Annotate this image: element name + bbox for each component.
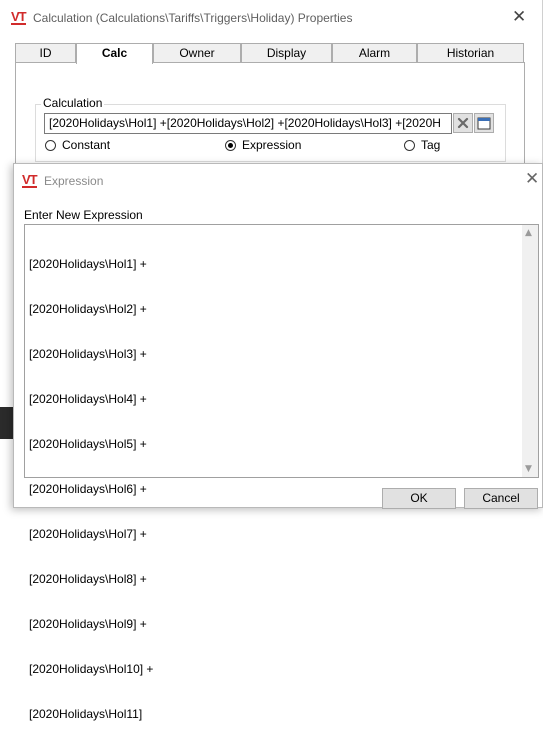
vt-logo-icon: VT [11,9,27,25]
expression-line: [2020Holidays\Hol5] + [29,437,147,451]
radio-expression[interactable]: Expression [225,138,301,152]
expression-line: [2020Holidays\Hol8] + [29,572,147,586]
expression-line: [2020Holidays\Hol9] + [29,617,147,631]
radio-tag[interactable]: Tag [404,138,440,152]
expression-line: [2020Holidays\Hol2] + [29,302,147,316]
expression-line: [2020Holidays\Hol7] + [29,527,147,541]
radio-constant[interactable]: Constant [45,138,110,152]
open-editor-button[interactable] [474,113,494,133]
calculation-group-label: Calculation [41,96,105,110]
expression-text[interactable]: [2020Holidays\Hol1] + [2020Holidays\Hol2… [29,227,153,752]
expression-line: [2020Holidays\Hol10] + [29,662,154,676]
expression-line: [2020Holidays\Hol1] + [29,257,147,271]
radio-expression-indicator[interactable] [225,139,236,151]
close-icon[interactable]: ✕ [512,9,526,26]
cancel-button[interactable]: Cancel [464,488,538,509]
scroll-up-icon[interactable]: ▲ [525,228,532,238]
expression-line: [2020Holidays\Hol6] + [29,482,147,496]
tab-alarm[interactable]: Alarm [332,43,417,63]
clear-x-icon [457,117,469,129]
tab-calc[interactable]: Calc [76,43,153,64]
close-icon[interactable]: ✕ [525,171,539,188]
ok-button[interactable]: OK [382,488,456,509]
tab-id[interactable]: ID [15,43,76,63]
expression-textarea[interactable]: [2020Holidays\Hol1] + [2020Holidays\Hol2… [24,224,539,721]
vertical-scrollbar[interactable]: ▲ ▼ [521,225,538,477]
expression-line: [2020Holidays\Hol11] [29,707,143,721]
expression-prompt-label: Enter New Expression [24,208,143,222]
tab-display[interactable]: Display [241,43,332,63]
tab-historian[interactable]: Historian [417,43,524,63]
radio-constant-indicator[interactable] [45,139,56,151]
tab-owner[interactable]: Owner [153,43,241,63]
vt-logo-icon: VT [22,172,38,188]
calculation-input[interactable]: [2020Holidays\Hol1] +[2020Holidays\Hol2]… [44,113,452,134]
scroll-down-icon[interactable]: ▼ [525,464,532,474]
radio-expression-label: Expression [242,138,302,152]
radio-tag-label: Tag [421,138,441,152]
dialog-title: Expression [44,174,104,188]
expression-line: [2020Holidays\Hol3] + [29,347,147,361]
radio-tag-indicator[interactable] [404,139,415,151]
window-title: Calculation (Calculations\Tariffs\Trigge… [33,11,353,25]
background-window-edge [0,407,14,439]
radio-constant-label: Constant [62,138,111,152]
clear-button[interactable] [453,113,473,133]
expression-dialog: VT Expression ✕ Enter New Expression [20… [13,163,543,721]
expression-line: [2020Holidays\Hol4] + [29,392,147,406]
window-editor-icon [477,117,491,129]
